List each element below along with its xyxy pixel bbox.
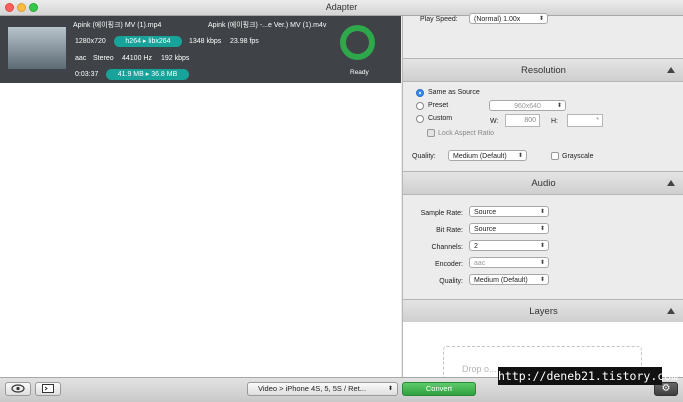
preset-label: Preset — [428, 102, 449, 109]
output-file-name: Apink (에이핑크) -...e Ver.) MV (1).m4v — [208, 22, 327, 29]
height-input[interactable]: * — [567, 114, 603, 127]
audio-quality-value: Medium (Default) — [474, 277, 528, 284]
job-row[interactable]: Apink (에이핑크) MV (1).mp4 Apink (에이핑크) -..… — [0, 16, 401, 83]
grayscale-label: Grayscale — [562, 153, 594, 160]
preset-select[interactable]: 960x640 ⬍ — [489, 100, 566, 111]
grayscale-checkbox[interactable] — [551, 152, 559, 160]
output-preset-select[interactable]: Video > iPhone 4S, 5, 5S / Ret... ⬍ — [247, 382, 398, 396]
play-speed-label: Play Speed: — [420, 16, 458, 23]
stepper-arrows-icon: ⬍ — [539, 209, 545, 215]
stepper-arrows-icon: ⬍ — [556, 103, 562, 109]
channels-value: 2 — [474, 243, 478, 250]
encoder-select[interactable]: aac ⬍ — [469, 257, 549, 268]
video-codec-badge: h264 ▸ libx264 — [114, 36, 182, 47]
collapse-triangle-icon — [667, 308, 675, 314]
stepper-arrows-icon: ⬍ — [387, 386, 393, 392]
bit-rate-value: Source — [474, 226, 497, 233]
sample-rate-label: Sample Rate: — [420, 210, 463, 217]
job-status: Ready — [350, 69, 369, 76]
ready-progress-ring — [340, 25, 375, 60]
resolution-quality-select[interactable]: Medium (Default) ⬍ — [448, 150, 527, 161]
job-list: Apink (에이핑크) MV (1).mp4 Apink (에이핑크) -..… — [0, 16, 401, 377]
watermark-url: http://deneb21.tistory.com — [498, 367, 679, 385]
resolution-header-label: Resolution — [521, 65, 566, 76]
stepper-arrows-icon: ⬍ — [539, 243, 545, 249]
eye-icon — [11, 384, 25, 393]
settings-panel: Play Speed: (Normal) 1.00x ⬍ Resolution S… — [402, 13, 683, 388]
channels-select[interactable]: 2 ⬍ — [469, 240, 549, 251]
play-speed-value: (Normal) 1.00x — [474, 16, 521, 23]
video-bitrate: 1348 kbps — [189, 38, 222, 45]
bit-rate-label: Bit Rate: — [436, 227, 463, 234]
preview-button[interactable] — [5, 382, 31, 396]
preset-radio[interactable] — [416, 102, 424, 110]
collapse-triangle-icon — [667, 67, 675, 73]
channels-label: Channels: — [431, 244, 463, 251]
audio-codec: aac — [75, 55, 87, 62]
video-thumbnail — [8, 27, 66, 69]
terminal-log-button[interactable] — [35, 382, 61, 396]
width-label: W: — [490, 118, 499, 125]
encoder-value: aac — [474, 260, 486, 267]
audio-sample-rate: 44100 Hz — [122, 55, 152, 62]
stepper-arrows-icon: ⬍ — [517, 153, 523, 159]
stepper-arrows-icon: ⬍ — [539, 277, 545, 283]
width-input[interactable]: 800 — [505, 114, 540, 127]
drop-zone-text: Drop o... — [462, 364, 497, 374]
source-file-name: Apink (에이핑크) MV (1).mp4 — [73, 22, 162, 29]
convert-button[interactable]: Convert — [402, 382, 476, 396]
encoder-label: Encoder: — [434, 261, 463, 268]
custom-radio[interactable] — [416, 115, 424, 123]
file-size-badge: 41.9 MB ▸ 36.8 MB — [106, 69, 189, 80]
lock-aspect-checkbox[interactable] — [427, 129, 435, 137]
same-as-source-radio[interactable] — [416, 89, 424, 97]
audio-channels: Stereo — [93, 55, 114, 62]
audio-quality-select[interactable]: Medium (Default) ⬍ — [469, 274, 549, 285]
resolution-quality-label: Quality: — [412, 153, 436, 160]
stepper-arrows-icon: ⬍ — [538, 16, 544, 22]
video-duration: 0:03:37 — [75, 71, 99, 78]
video-resolution: 1280x720 — [75, 38, 106, 45]
same-as-source-label: Same as Source — [428, 89, 480, 96]
audio-section-header[interactable]: Audio — [403, 171, 683, 195]
lock-aspect-label: Lock Aspect Ratio — [438, 130, 495, 137]
sample-rate-select[interactable]: Source ⬍ — [469, 206, 549, 217]
collapse-triangle-icon — [667, 180, 675, 186]
title-bar: Adapter — [0, 0, 683, 16]
stepper-arrows-icon: ⬍ — [539, 226, 545, 232]
audio-bitrate: 192 kbps — [161, 55, 190, 62]
play-speed-select[interactable]: (Normal) 1.00x ⬍ — [469, 13, 548, 24]
audio-quality-label: Quality: — [439, 278, 463, 285]
audio-header-label: Audio — [531, 178, 556, 189]
output-preset-value: Video > iPhone 4S, 5, 5S / Ret... — [258, 384, 367, 393]
resolution-section-header[interactable]: Resolution — [403, 58, 683, 82]
terminal-icon — [42, 384, 54, 393]
bit-rate-select[interactable]: Source ⬍ — [469, 223, 549, 234]
custom-label: Custom — [428, 115, 453, 122]
layers-header-label: Layers — [529, 306, 558, 317]
stepper-arrows-icon: ⬍ — [539, 260, 545, 266]
layers-section-header[interactable]: Layers — [403, 299, 683, 323]
window-title: Adapter — [325, 2, 358, 12]
video-fps: 23.98 fps — [230, 38, 259, 45]
height-label: H: — [551, 118, 558, 125]
gear-icon: ⚙ — [661, 383, 671, 394]
sample-rate-value: Source — [474, 209, 497, 216]
preset-value: 960x640 — [514, 103, 541, 110]
resolution-quality-value: Medium (Default) — [453, 153, 507, 160]
